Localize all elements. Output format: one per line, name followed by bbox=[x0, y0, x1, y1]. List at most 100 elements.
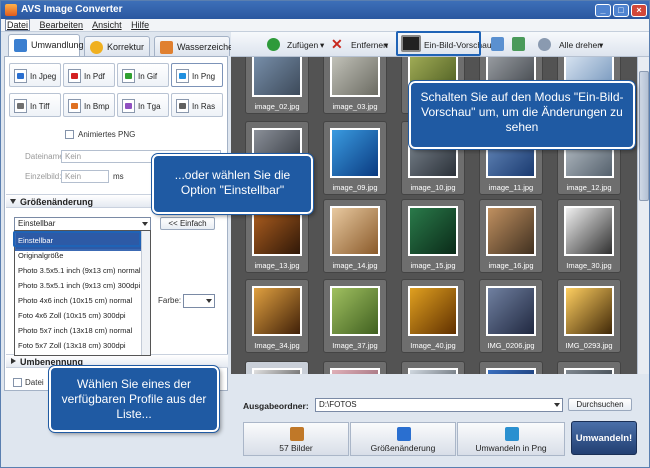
gallery-thumbnail[interactable]: IMG_0360.jpg bbox=[401, 361, 465, 374]
gallery-thumbnail[interactable]: Image_37.jpg bbox=[323, 279, 387, 353]
thumbnail-image bbox=[330, 286, 380, 336]
gallery-thumbnail[interactable]: Image_34.jpg bbox=[245, 279, 309, 353]
format-gif-button[interactable]: In Gif bbox=[117, 63, 169, 87]
add-button[interactable]: Zufügen bbox=[287, 40, 318, 50]
resize-profile-select[interactable]: Einstellbar bbox=[14, 217, 151, 231]
color-select[interactable] bbox=[183, 294, 215, 308]
tab-label: Wasserzeichen bbox=[177, 42, 239, 52]
app-logo-icon bbox=[5, 4, 17, 16]
gallery-thumbnail[interactable]: image_14.jpg bbox=[323, 199, 387, 273]
chevron-down-icon[interactable]: ▾ bbox=[384, 40, 388, 51]
gallery-thumbnail[interactable]: image_16.jpg bbox=[479, 199, 543, 273]
gallery-thumbnail[interactable]: image_09.jpg bbox=[323, 121, 387, 195]
animated-png-checkbox[interactable] bbox=[65, 130, 74, 139]
menu-hilfe[interactable]: Hilfe bbox=[131, 20, 149, 30]
thumbnail-caption: Image_30.jpg bbox=[566, 261, 612, 270]
maximize-icon[interactable]: □ bbox=[613, 4, 629, 17]
step-label: 57 Bilder bbox=[279, 443, 313, 453]
menu-datei[interactable]: Datei bbox=[5, 19, 31, 31]
format-label: In Tiff bbox=[30, 102, 50, 111]
format-label: In Bmp bbox=[84, 102, 110, 111]
gallery-thumbnail[interactable]: IMG_0303.jpg bbox=[245, 361, 309, 374]
rename-checkbox[interactable] bbox=[13, 378, 22, 387]
format-bmp-button[interactable]: In Bmp bbox=[63, 93, 115, 117]
dropdown-option[interactable]: Originalgröße bbox=[16, 248, 142, 264]
thumbnail-caption: image_14.jpg bbox=[332, 261, 378, 270]
gallery-thumbnail[interactable]: IMG_0330.jpg bbox=[323, 361, 387, 374]
window-title: AVS Image Converter bbox=[21, 4, 123, 15]
thumbnail-caption: image_13.jpg bbox=[254, 261, 300, 270]
gear-icon[interactable] bbox=[538, 38, 551, 51]
format-label: In Ras bbox=[192, 102, 216, 111]
rename-checkbox-label: Datei bbox=[25, 378, 44, 387]
chevron-down-icon bbox=[206, 299, 212, 303]
menu-bearbeiten[interactable]: Bearbeiten bbox=[40, 20, 84, 30]
dropdown-option[interactable]: Photo 3.5x5.1 inch (9x13 cm) normal bbox=[16, 263, 142, 279]
rotate-left-icon[interactable] bbox=[491, 37, 504, 51]
dropdown-option[interactable]: Photo 3.5x5.1 inch (9x13 cm) 300dpi bbox=[16, 278, 142, 294]
step-convert-format[interactable]: Umwandeln in Png bbox=[457, 422, 565, 456]
gallery-thumbnail[interactable]: image_03.jpg bbox=[323, 57, 387, 114]
jpeg-icon bbox=[14, 69, 27, 83]
output-folder-input[interactable]: D:\FOTOS bbox=[315, 398, 563, 412]
tab-wasserzeichen[interactable]: Wasserzeichen bbox=[154, 36, 238, 56]
rotate-all-button[interactable]: Alle drehen bbox=[559, 40, 602, 50]
resize-profile-dropdown: Einstellbar Originalgröße Photo 3.5x5.1 … bbox=[14, 230, 151, 356]
thumbnail-caption: Image_37.jpg bbox=[332, 341, 378, 350]
thumbnail-caption: Image_34.jpg bbox=[254, 341, 300, 350]
thumbnail-image bbox=[330, 57, 380, 97]
scrollbar-thumb[interactable] bbox=[639, 71, 649, 201]
close-icon[interactable]: × bbox=[631, 4, 647, 17]
add-icon[interactable] bbox=[267, 38, 280, 51]
gallery-scrollbar[interactable] bbox=[637, 57, 649, 374]
thumbnail-image bbox=[564, 206, 614, 256]
gallery-thumbnail[interactable]: image_15.jpg bbox=[401, 199, 465, 273]
gallery-thumbnail[interactable]: image_02.jpg bbox=[245, 57, 309, 114]
format-pdf-button[interactable]: In Pdf bbox=[63, 63, 115, 87]
tab-umwandlung[interactable]: Umwandlung bbox=[8, 34, 84, 56]
tab-label: Umwandlung bbox=[31, 40, 84, 50]
simple-mode-button[interactable]: << Einfach bbox=[160, 217, 215, 230]
menu-ansicht[interactable]: Ansicht bbox=[92, 20, 122, 30]
gallery-thumbnail[interactable]: IMG_0552.jpg bbox=[557, 361, 621, 374]
browse-button[interactable]: Durchsuchen bbox=[568, 398, 632, 411]
step-resize[interactable]: Größenänderung bbox=[350, 422, 456, 456]
tiff-icon bbox=[14, 99, 27, 113]
format-tiff-button[interactable]: In Tiff bbox=[9, 93, 61, 117]
png-icon bbox=[505, 427, 519, 441]
thumbnail-caption: image_11.jpg bbox=[488, 183, 534, 192]
gallery-thumbnail[interactable]: IMG_0293.jpg bbox=[557, 279, 621, 353]
images-icon bbox=[290, 427, 304, 441]
dropdown-option[interactable]: Foto 5x7 Zoll (13x18 cm) 300dpi bbox=[16, 338, 142, 354]
tab-bar: Umwandlung Korrektur Wasserzeichen bbox=[4, 34, 238, 56]
format-label: In Jpeg bbox=[30, 72, 57, 81]
remove-button[interactable]: Entfernen bbox=[351, 40, 388, 50]
thumbnail-caption: image_16.jpg bbox=[488, 261, 534, 270]
step-images[interactable]: 57 Bilder bbox=[243, 422, 349, 456]
thumbnail-image bbox=[408, 286, 458, 336]
tab-korrektur[interactable]: Korrektur bbox=[84, 36, 150, 56]
rotate-right-icon[interactable] bbox=[512, 37, 525, 51]
gallery-thumbnail[interactable]: IMG_0206.jpg bbox=[479, 279, 543, 353]
remove-icon[interactable]: ✕ bbox=[331, 36, 343, 53]
chevron-down-icon bbox=[554, 403, 560, 407]
dropdown-option[interactable]: Photo 5x7 inch (13x18 cm) normal bbox=[16, 323, 142, 339]
gallery-thumbnail[interactable]: Image_30.jpg bbox=[557, 199, 621, 273]
format-png-button[interactable]: In Png bbox=[171, 63, 223, 87]
format-tga-button[interactable]: In Tga bbox=[117, 93, 169, 117]
thumbnail-caption: IMG_0293.jpg bbox=[565, 341, 613, 350]
convert-button[interactable]: Umwandeln! bbox=[571, 421, 637, 455]
single-image-input[interactable]: Kein bbox=[61, 170, 109, 183]
dropdown-scrollbar[interactable] bbox=[141, 231, 150, 355]
dropdown-option[interactable]: Foto 4x6 Zoll (10x15 cm) 300dpi bbox=[16, 308, 142, 324]
chevron-down-icon[interactable]: ▾ bbox=[320, 40, 324, 51]
chevron-down-icon[interactable]: ▾ bbox=[599, 40, 603, 51]
gallery-thumbnail[interactable]: Image_40.jpg bbox=[401, 279, 465, 353]
format-ras-button[interactable]: In Ras bbox=[171, 93, 223, 117]
format-jpeg-button[interactable]: In Jpeg bbox=[9, 63, 61, 87]
menu-bar: Datei Bearbeiten Ansicht Hilfe bbox=[1, 19, 649, 32]
gallery-thumbnail[interactable]: IMG_0368.jpg bbox=[479, 361, 543, 374]
minimize-icon[interactable]: _ bbox=[595, 4, 611, 17]
thumbnail-image bbox=[486, 206, 536, 256]
dropdown-option[interactable]: Photo 4x6 inch (10x15 cm) normal bbox=[16, 293, 142, 309]
